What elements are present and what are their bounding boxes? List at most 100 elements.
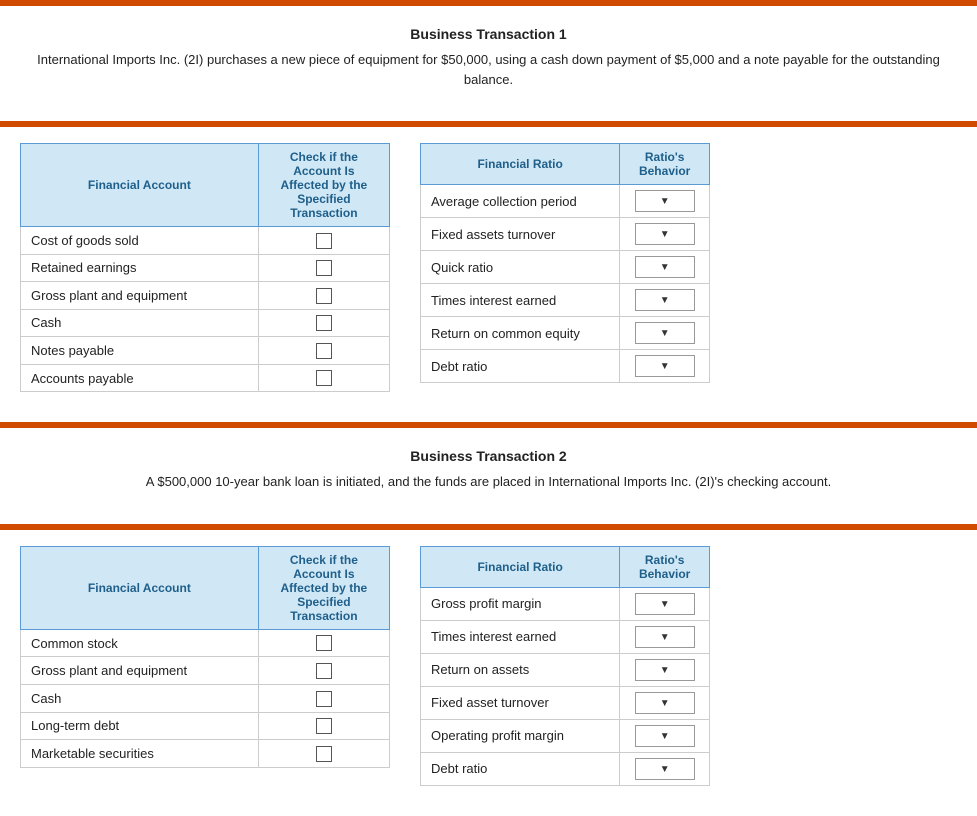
- transaction2-tables: Financial Account Check if the Account I…: [0, 546, 977, 786]
- behavior-dropdown[interactable]: ▼: [635, 692, 695, 714]
- account-checkbox-cell[interactable]: [258, 254, 389, 282]
- ratio-dropdown-cell[interactable]: ▼: [620, 317, 710, 350]
- account-checkbox-cell[interactable]: [258, 657, 389, 685]
- table-row: Quick ratio ▼: [421, 251, 710, 284]
- transaction1-account-table: Financial Account Check if the Account I…: [20, 143, 390, 392]
- ratio-dropdown-cell[interactable]: ▼: [620, 251, 710, 284]
- account-label: Gross plant and equipment: [21, 657, 259, 685]
- ratio-label: Debt ratio: [421, 350, 620, 383]
- account-table-header1: Financial Account: [21, 144, 259, 227]
- table-row: Debt ratio ▼: [421, 350, 710, 383]
- checkbox[interactable]: [316, 691, 332, 707]
- ratio-label: Quick ratio: [421, 251, 620, 284]
- transaction1-ratio-table: Financial Ratio Ratio's Behavior Average…: [420, 143, 710, 383]
- checkbox[interactable]: [316, 343, 332, 359]
- chevron-down-icon: ▼: [636, 257, 694, 277]
- ratio-dropdown-cell[interactable]: ▼: [620, 350, 710, 383]
- ratio-dropdown-cell[interactable]: ▼: [620, 587, 710, 620]
- checkbox[interactable]: [316, 288, 332, 304]
- behavior-dropdown[interactable]: ▼: [635, 223, 695, 245]
- ratio-dropdown-cell[interactable]: ▼: [620, 284, 710, 317]
- table-row: Average collection period ▼: [421, 185, 710, 218]
- account-checkbox-cell[interactable]: [258, 712, 389, 740]
- table-row: Gross plant and equipment: [21, 657, 390, 685]
- checkbox[interactable]: [316, 718, 332, 734]
- checkbox[interactable]: [316, 233, 332, 249]
- account-checkbox-cell[interactable]: [258, 309, 389, 337]
- table-row: Fixed assets turnover ▼: [421, 218, 710, 251]
- chevron-down-icon: ▼: [636, 726, 694, 746]
- table-row: Times interest earned ▼: [421, 284, 710, 317]
- account-label: Long-term debt: [21, 712, 259, 740]
- checkbox[interactable]: [316, 635, 332, 651]
- t2-account-table-header2: Check if the Account Is Affected by the …: [258, 546, 389, 629]
- account-checkbox-cell[interactable]: [258, 364, 389, 392]
- chevron-down-icon: ▼: [636, 224, 694, 244]
- table-row: Debt ratio ▼: [421, 752, 710, 785]
- checkbox[interactable]: [316, 663, 332, 679]
- ratio-label: Gross profit margin: [421, 587, 620, 620]
- account-checkbox-cell[interactable]: [258, 282, 389, 310]
- behavior-dropdown[interactable]: ▼: [635, 190, 695, 212]
- account-checkbox-cell[interactable]: [258, 227, 389, 255]
- account-checkbox-cell[interactable]: [258, 685, 389, 713]
- behavior-dropdown[interactable]: ▼: [635, 355, 695, 377]
- transaction1-description: International Imports Inc. (2I) purchase…: [20, 50, 957, 89]
- table-row: Common stock: [21, 629, 390, 657]
- transaction2-account-table: Financial Account Check if the Account I…: [20, 546, 390, 768]
- ratio-label: Debt ratio: [421, 752, 620, 785]
- chevron-down-icon: ▼: [636, 594, 694, 614]
- behavior-dropdown[interactable]: ▼: [635, 725, 695, 747]
- account-label: Cash: [21, 309, 259, 337]
- behavior-dropdown[interactable]: ▼: [635, 758, 695, 780]
- chevron-down-icon: ▼: [636, 356, 694, 376]
- chevron-down-icon: ▼: [636, 627, 694, 647]
- ratio-dropdown-cell[interactable]: ▼: [620, 752, 710, 785]
- ratio-label: Fixed assets turnover: [421, 218, 620, 251]
- ratio-dropdown-cell[interactable]: ▼: [620, 686, 710, 719]
- account-label: Retained earnings: [21, 254, 259, 282]
- account-label: Cost of goods sold: [21, 227, 259, 255]
- table-row: Return on common equity ▼: [421, 317, 710, 350]
- table-row: Cost of goods sold: [21, 227, 390, 255]
- transaction2-ratio-table: Financial Ratio Ratio's Behavior Gross p…: [420, 546, 710, 786]
- account-checkbox-cell[interactable]: [258, 740, 389, 768]
- behavior-dropdown[interactable]: ▼: [635, 659, 695, 681]
- ratio-label: Fixed asset turnover: [421, 686, 620, 719]
- transaction2-description: A $500,000 10-year bank loan is initiate…: [20, 472, 957, 492]
- ratio-label: Return on assets: [421, 653, 620, 686]
- behavior-dropdown[interactable]: ▼: [635, 626, 695, 648]
- ratio-dropdown-cell[interactable]: ▼: [620, 653, 710, 686]
- account-label: Gross plant and equipment: [21, 282, 259, 310]
- account-table-header2: Check if the Account Is Affected by the …: [258, 144, 389, 227]
- table-row: Cash: [21, 685, 390, 713]
- checkbox[interactable]: [316, 370, 332, 386]
- transaction1-section: Business Transaction 1 International Imp…: [0, 6, 977, 121]
- transaction1-tables: Financial Account Check if the Account I…: [0, 143, 977, 392]
- table-row: Long-term debt: [21, 712, 390, 740]
- ratio-dropdown-cell[interactable]: ▼: [620, 185, 710, 218]
- ratio-dropdown-cell[interactable]: ▼: [620, 620, 710, 653]
- account-checkbox-cell[interactable]: [258, 629, 389, 657]
- transaction2-section: Business Transaction 2 A $500,000 10-yea…: [0, 428, 977, 524]
- ratio-label: Average collection period: [421, 185, 620, 218]
- checkbox[interactable]: [316, 315, 332, 331]
- ratio-dropdown-cell[interactable]: ▼: [620, 719, 710, 752]
- chevron-down-icon: ▼: [636, 759, 694, 779]
- transaction2-title: Business Transaction 2: [20, 448, 957, 464]
- table-row: Marketable securities: [21, 740, 390, 768]
- ratio-dropdown-cell[interactable]: ▼: [620, 218, 710, 251]
- ratio-label: Return on common equity: [421, 317, 620, 350]
- checkbox[interactable]: [316, 746, 332, 762]
- behavior-dropdown[interactable]: ▼: [635, 256, 695, 278]
- behavior-dropdown[interactable]: ▼: [635, 289, 695, 311]
- chevron-down-icon: ▼: [636, 323, 694, 343]
- behavior-dropdown[interactable]: ▼: [635, 322, 695, 344]
- table-row: Retained earnings: [21, 254, 390, 282]
- account-label: Marketable securities: [21, 740, 259, 768]
- account-checkbox-cell[interactable]: [258, 337, 389, 365]
- behavior-dropdown[interactable]: ▼: [635, 593, 695, 615]
- chevron-down-icon: ▼: [636, 693, 694, 713]
- t2-ratio-table-header2: Ratio's Behavior: [620, 546, 710, 587]
- checkbox[interactable]: [316, 260, 332, 276]
